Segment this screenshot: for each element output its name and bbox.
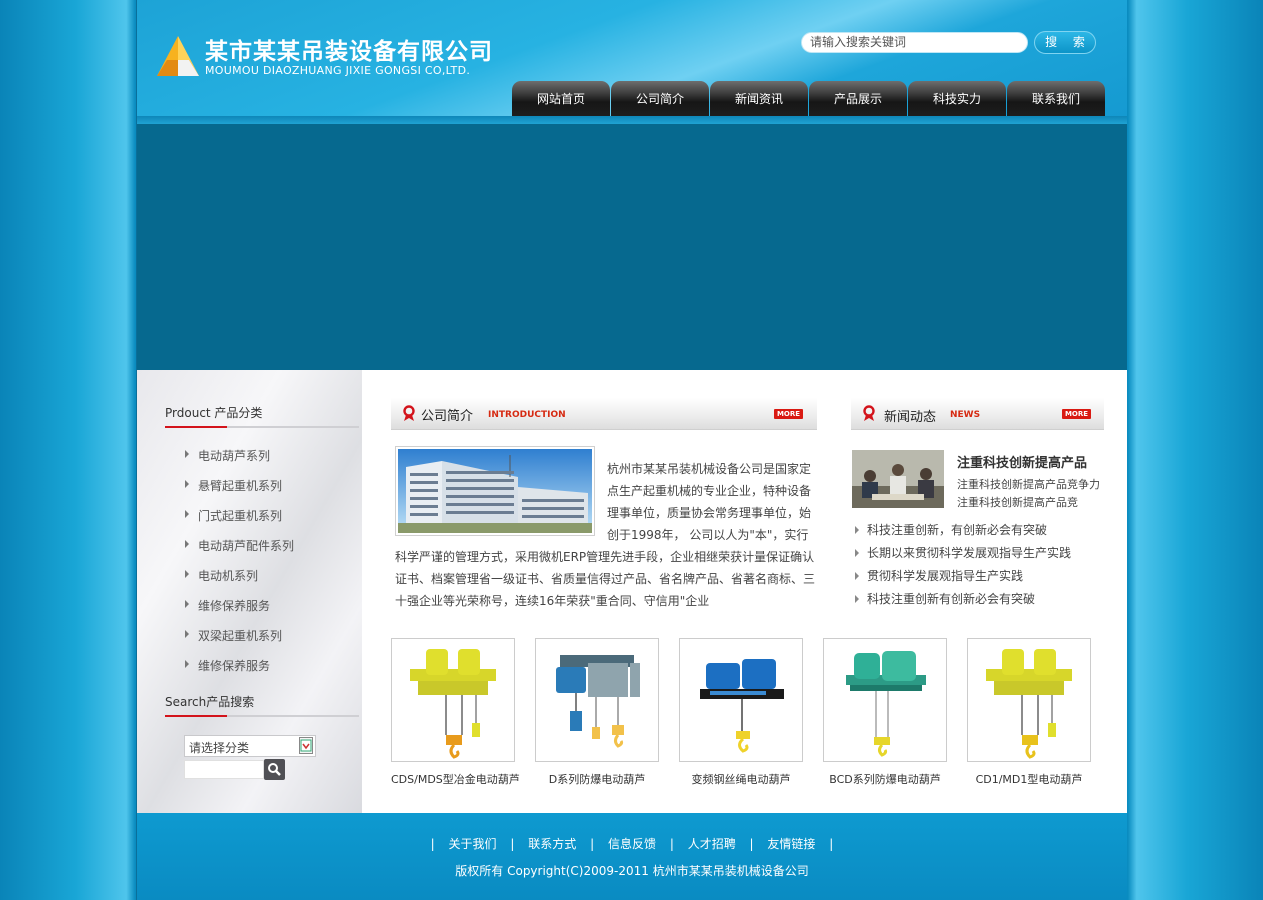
intro-more-button[interactable]: MORE: [774, 409, 803, 419]
news-item[interactable]: 长期以来贯彻科学发展观指导生产实践: [853, 545, 1071, 568]
footer-link-jobs[interactable]: 人才招聘: [688, 837, 736, 851]
product-image[interactable]: [679, 638, 803, 762]
category-list: 电动葫芦系列 悬臂起重机系列 门式起重机系列 电动葫芦配件系列 电动机系列 维修…: [183, 448, 294, 688]
category-item[interactable]: 维修保养服务: [183, 658, 294, 688]
keyword-input[interactable]: [184, 760, 264, 779]
news-list: 科技注重创新，有创新必会有突破 长期以来贯彻科学发展观指导生产实践 贯彻科学发展…: [853, 522, 1071, 614]
news-headline[interactable]: 注重科技创新提高产品: [957, 452, 1087, 471]
product-card[interactable]: BCD系列防爆电动葫芦: [823, 638, 947, 787]
header: 某市某某吊装设备有限公司 MOUMOU DIAOZHUANG JIXIE GON…: [137, 0, 1127, 116]
footer-links: | 关于我们 | 联系方式 | 信息反馈 | 人才招聘 | 友情链接 |: [137, 835, 1127, 852]
category-item[interactable]: 电动机系列: [183, 568, 294, 598]
sidebar: Prdouct 产品分类 电动葫芦系列 悬臂起重机系列 门式起重机系列 电动葫芦…: [137, 370, 362, 813]
intro-section-header: 公司简介 INTRODUCTION MORE: [391, 398, 817, 430]
nav-item-products[interactable]: 产品展示: [809, 81, 907, 116]
category-select[interactable]: 请选择分类: [184, 735, 316, 757]
categories-title: Prdouct 产品分类: [165, 406, 263, 420]
ribbon-icon: [863, 405, 875, 421]
product-card[interactable]: CDS/MDS型冶金电动葫芦: [391, 638, 520, 787]
news-section-header: 新闻动态 NEWS MORE: [851, 398, 1104, 430]
news-summary: 注重科技创新提高产品竞争力注重科技创新提高产品竞: [957, 478, 1100, 509]
product-caption[interactable]: CD1/MD1型电动葫芦: [967, 771, 1091, 787]
product-caption[interactable]: BCD系列防爆电动葫芦: [823, 771, 947, 787]
footer-link-feedback[interactable]: 信息反馈: [608, 837, 656, 851]
footer-separator: |: [510, 837, 515, 851]
footer-separator: |: [829, 837, 834, 851]
intro-title: 公司简介: [421, 409, 474, 424]
footer-separator: |: [430, 837, 435, 851]
product-card[interactable]: D系列防爆电动葫芦: [535, 638, 659, 787]
nav-item-home[interactable]: 网站首页: [512, 81, 610, 116]
category-item[interactable]: 门式起重机系列: [183, 508, 294, 538]
news-title-en: NEWS: [950, 410, 981, 420]
product-search-title: Search产品搜索: [165, 695, 255, 709]
footer-separator: |: [749, 837, 754, 851]
product-caption[interactable]: D系列防爆电动葫芦: [535, 771, 659, 787]
categories-title-underline: [165, 426, 359, 428]
copyright: 版权所有 Copyright(C)2009-2011 杭州市某某吊装机械设备公司: [455, 864, 809, 878]
product-image[interactable]: [967, 638, 1091, 762]
banner: [137, 124, 1127, 370]
company-name-cn: 某市某某吊装设备有限公司: [205, 39, 493, 65]
footer-link-contact[interactable]: 联系方式: [528, 837, 576, 851]
product-caption[interactable]: 变频钢丝绳电动葫芦: [679, 771, 803, 787]
product-image[interactable]: [391, 638, 515, 762]
intro-title-en: INTRODUCTION: [488, 410, 566, 420]
product-image[interactable]: [535, 638, 659, 762]
select-dropdown-icon[interactable]: [299, 737, 313, 754]
news-item[interactable]: 贯彻科学发展观指导生产实践: [853, 568, 1071, 591]
category-item[interactable]: 双梁起重机系列: [183, 628, 294, 658]
magnifier-icon: [268, 763, 281, 776]
footer-separator: |: [669, 837, 674, 851]
main-content: Prdouct 产品分类 电动葫芦系列 悬臂起重机系列 门式起重机系列 电动葫芦…: [137, 370, 1127, 813]
search-go-button[interactable]: [264, 759, 285, 780]
product-search-underline: [165, 715, 359, 717]
nav-item-news[interactable]: 新闻资讯: [710, 81, 808, 116]
news-item[interactable]: 科技注重创新有创新必会有突破: [853, 591, 1071, 614]
news-title: 新闻动态: [884, 410, 937, 425]
product-card[interactable]: CD1/MD1型电动葫芦: [967, 638, 1091, 787]
meeting-photo: [852, 450, 944, 508]
product-caption[interactable]: CDS/MDS型冶金电动葫芦: [391, 771, 520, 787]
category-item[interactable]: 悬臂起重机系列: [183, 478, 294, 508]
page-wrapper: 某市某某吊装设备有限公司 MOUMOU DIAOZHUANG JIXIE GON…: [136, 0, 1127, 900]
logo-icon: [157, 36, 199, 76]
ribbon-icon: [403, 405, 415, 421]
main-nav: 网站首页 公司简介 新闻资讯 产品展示 科技实力 联系我们: [512, 81, 1106, 116]
product-image[interactable]: [823, 638, 947, 762]
nav-item-about[interactable]: 公司简介: [611, 81, 709, 116]
footer-link-friends[interactable]: 友情链接: [767, 837, 815, 851]
category-item[interactable]: 电动葫芦系列: [183, 448, 294, 478]
intro-text: 杭州市某某吊装机械设备公司是国家定点生产起重机械的专业企业，特种设备理事单位，质…: [395, 458, 819, 612]
search-button[interactable]: 搜 索: [1034, 31, 1096, 54]
news-more-button[interactable]: MORE: [1062, 409, 1091, 419]
nav-item-technology[interactable]: 科技实力: [908, 81, 1006, 116]
category-item[interactable]: 电动葫芦配件系列: [183, 538, 294, 568]
footer: | 关于我们 | 联系方式 | 信息反馈 | 人才招聘 | 友情链接 | 版权所…: [137, 813, 1127, 900]
company-name-en: MOUMOU DIAOZHUANG JIXIE GONGSI CO,LTD.: [205, 64, 471, 77]
news-item[interactable]: 科技注重创新，有创新必会有突破: [853, 522, 1071, 545]
footer-link-about[interactable]: 关于我们: [449, 837, 497, 851]
header-divider: [137, 116, 1127, 124]
search-input[interactable]: 请输入搜索关键词: [801, 32, 1028, 53]
category-item[interactable]: 维修保养服务: [183, 598, 294, 628]
product-card[interactable]: 变频钢丝绳电动葫芦: [679, 638, 803, 787]
nav-item-contact[interactable]: 联系我们: [1007, 81, 1105, 116]
footer-separator: |: [590, 837, 595, 851]
